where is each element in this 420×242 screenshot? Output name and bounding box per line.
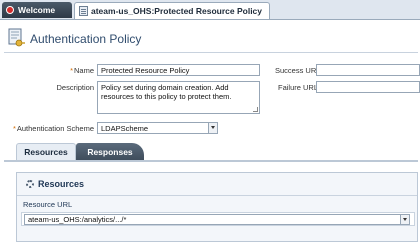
table-row[interactable]: ateam-us_OHS:/analytics/.../* xyxy=(21,212,415,226)
oracle-logo-icon xyxy=(6,6,14,14)
resources-panel: Resources Resource URL ateam-us_OHS:/ana… xyxy=(16,172,418,242)
tab-protected-resource-policy[interactable]: ateam-us_OHS:Protected Resource Policy xyxy=(74,2,270,19)
scheme-selected-value: LDAPScheme xyxy=(101,124,149,133)
resource-url-column-header: Resource URL xyxy=(23,200,73,209)
document-icon xyxy=(79,6,88,16)
resources-panel-header: Resources xyxy=(17,173,417,196)
authentication-scheme-label: *Authentication Scheme xyxy=(12,124,94,133)
tab-responses[interactable]: Responses xyxy=(76,143,144,160)
description-textarea[interactable]: Policy set during domain creation. Add r… xyxy=(97,81,260,114)
page-title: Authentication Policy xyxy=(30,32,142,46)
tab-resources[interactable]: Resources xyxy=(16,143,76,160)
title-divider xyxy=(4,52,418,53)
name-input[interactable]: Protected Resource Policy xyxy=(97,64,260,76)
tab-welcome[interactable]: Welcome xyxy=(2,2,72,18)
resources-panel-title: Resources xyxy=(38,179,85,189)
description-label: Description xyxy=(56,83,94,92)
detail-tab-bar: Resources Responses xyxy=(4,143,418,162)
success-url-label: Success URL xyxy=(275,66,321,75)
failure-url-input[interactable] xyxy=(316,81,420,93)
dropdown-arrow-icon[interactable] xyxy=(208,123,217,133)
tab-welcome-label: Welcome xyxy=(18,5,56,15)
dropdown-arrow-icon[interactable] xyxy=(400,215,409,224)
required-marker: * xyxy=(70,66,73,75)
description-text: Policy set during domain creation. Add r… xyxy=(101,83,232,101)
policy-key-icon xyxy=(8,28,25,47)
resize-grip-icon[interactable] xyxy=(253,107,258,112)
name-label: *Name xyxy=(70,66,94,75)
resource-url-select[interactable]: ateam-us_OHS:/analytics/.../* xyxy=(24,214,410,225)
success-url-input[interactable] xyxy=(316,64,420,76)
tab-policy-label: ateam-us_OHS:Protected Resource Policy xyxy=(91,6,263,16)
authentication-scheme-select[interactable]: LDAPScheme xyxy=(97,122,218,134)
resource-url-value: ateam-us_OHS:/analytics/.../* xyxy=(28,215,127,224)
gear-icon xyxy=(26,180,34,188)
document-tab-bar: Welcome ateam-us_OHS:Protected Resource … xyxy=(0,0,420,20)
failure-url-label: Failure URL xyxy=(278,83,319,92)
